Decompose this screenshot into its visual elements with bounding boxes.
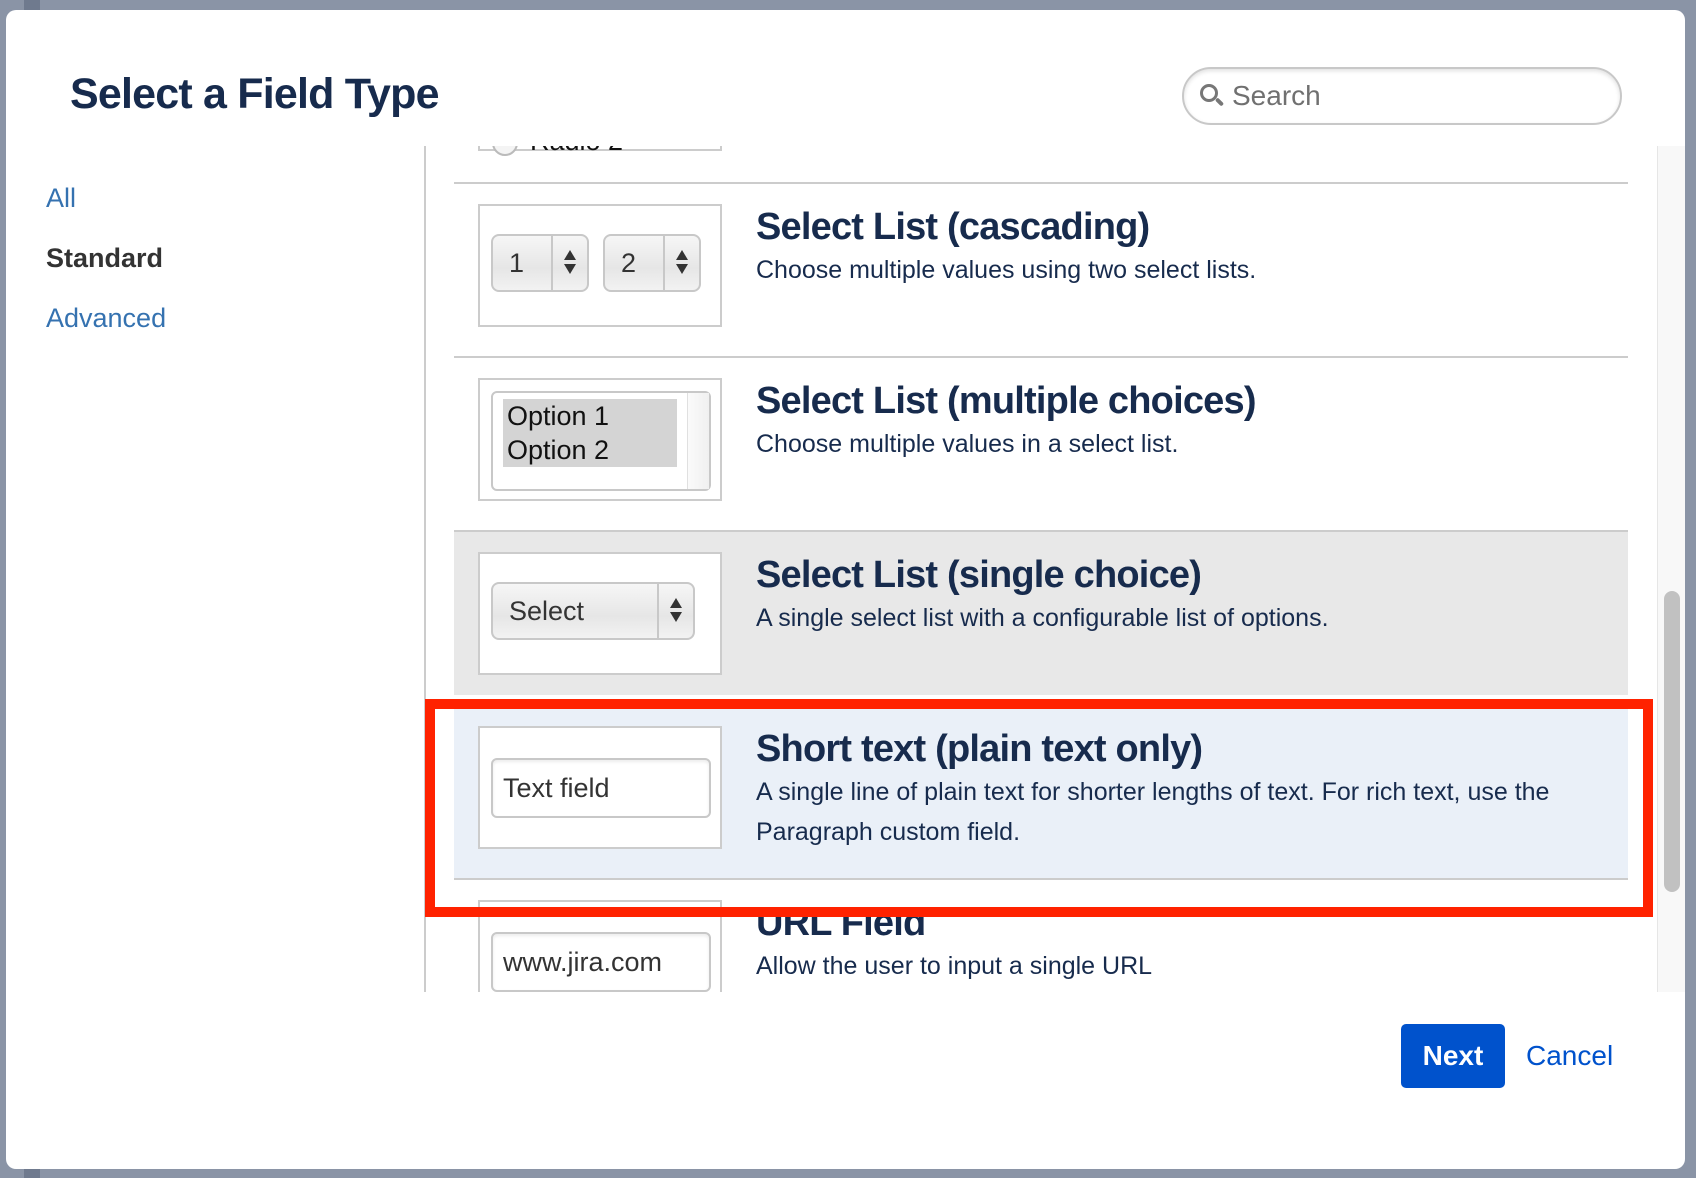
select-field-type-dialog: Select a Field Type All Standard Advance… [6,10,1685,1169]
select-arrows-icon [657,584,693,638]
textfield-preview: www.jira.com [491,932,711,992]
radio-icon [492,146,518,156]
sidebar-item-advanced[interactable]: Advanced [46,300,166,360]
search-box[interactable] [1182,67,1622,125]
field-preview: www.jira.com [478,900,722,992]
background-page [24,0,40,10]
field-type-radio-buttons[interactable]: Radio 2 Radio Buttons [454,146,1628,182]
field-type-title: Select List (cascading) [756,206,1150,248]
background-page [24,1169,40,1178]
field-type-title: Select List (multiple choices) [756,380,1257,422]
field-type-title: Select List (single choice) [756,554,1202,596]
search-icon [1198,82,1226,110]
multiselect-preview: Option 1 Option 2 [491,391,711,491]
field-preview: Option 1 Option 2 [478,378,722,501]
search-input[interactable] [1232,80,1612,112]
sidebar-item-all[interactable]: All [46,180,166,240]
field-type-short-text[interactable]: Text field Short text (plain text only) … [454,704,1628,878]
select-preview-1: 1 [491,234,589,292]
next-button[interactable]: Next [1401,1024,1505,1088]
select-preview: Select [491,582,695,640]
field-preview: 1 2 [478,204,722,327]
scrollbar-icon [687,393,709,489]
field-type-description: Choose multiple values using two select … [756,256,1257,284]
field-type-description: A single line of plain text for shorter … [756,778,1550,846]
cancel-button[interactable]: Cancel [1518,1024,1621,1088]
field-preview: Radio 2 [478,146,722,156]
field-type-select-list-multiple[interactable]: Option 1 Option 2 Select List (multiple … [454,356,1628,530]
sidebar-item-standard[interactable]: Standard [46,240,166,300]
select-preview-2: 2 [603,234,701,292]
textfield-preview: Text field [491,758,711,818]
select-arrows-icon [663,236,699,290]
field-type-title: Short text (plain text only) [756,728,1203,770]
field-preview: Select [478,552,722,675]
field-type-select-list-single[interactable]: Select Select List (single choice) A sin… [454,530,1628,704]
field-type-url[interactable]: www.jira.com URL Field Allow the user to… [454,878,1628,992]
field-type-list: Radio 2 Radio Buttons 1 2 [426,146,1650,992]
field-type-title: URL Field [756,902,926,944]
dialog-title: Select a Field Type [70,70,440,118]
radio-label: Radio 2 [530,146,623,157]
field-type-select-list-cascading[interactable]: 1 2 Select List (cascading) Choose multi… [454,182,1628,356]
field-type-description: Allow the user to input a single URL [756,952,1153,980]
category-sidebar: All Standard Advanced [46,180,166,360]
select-arrows-icon [551,236,587,290]
field-preview: Text field [478,726,722,849]
field-type-description: Choose multiple values in a select list. [756,430,1179,458]
list-scrollbar-thumb[interactable] [1664,591,1680,892]
field-type-description: A single select list with a configurable… [756,604,1329,632]
